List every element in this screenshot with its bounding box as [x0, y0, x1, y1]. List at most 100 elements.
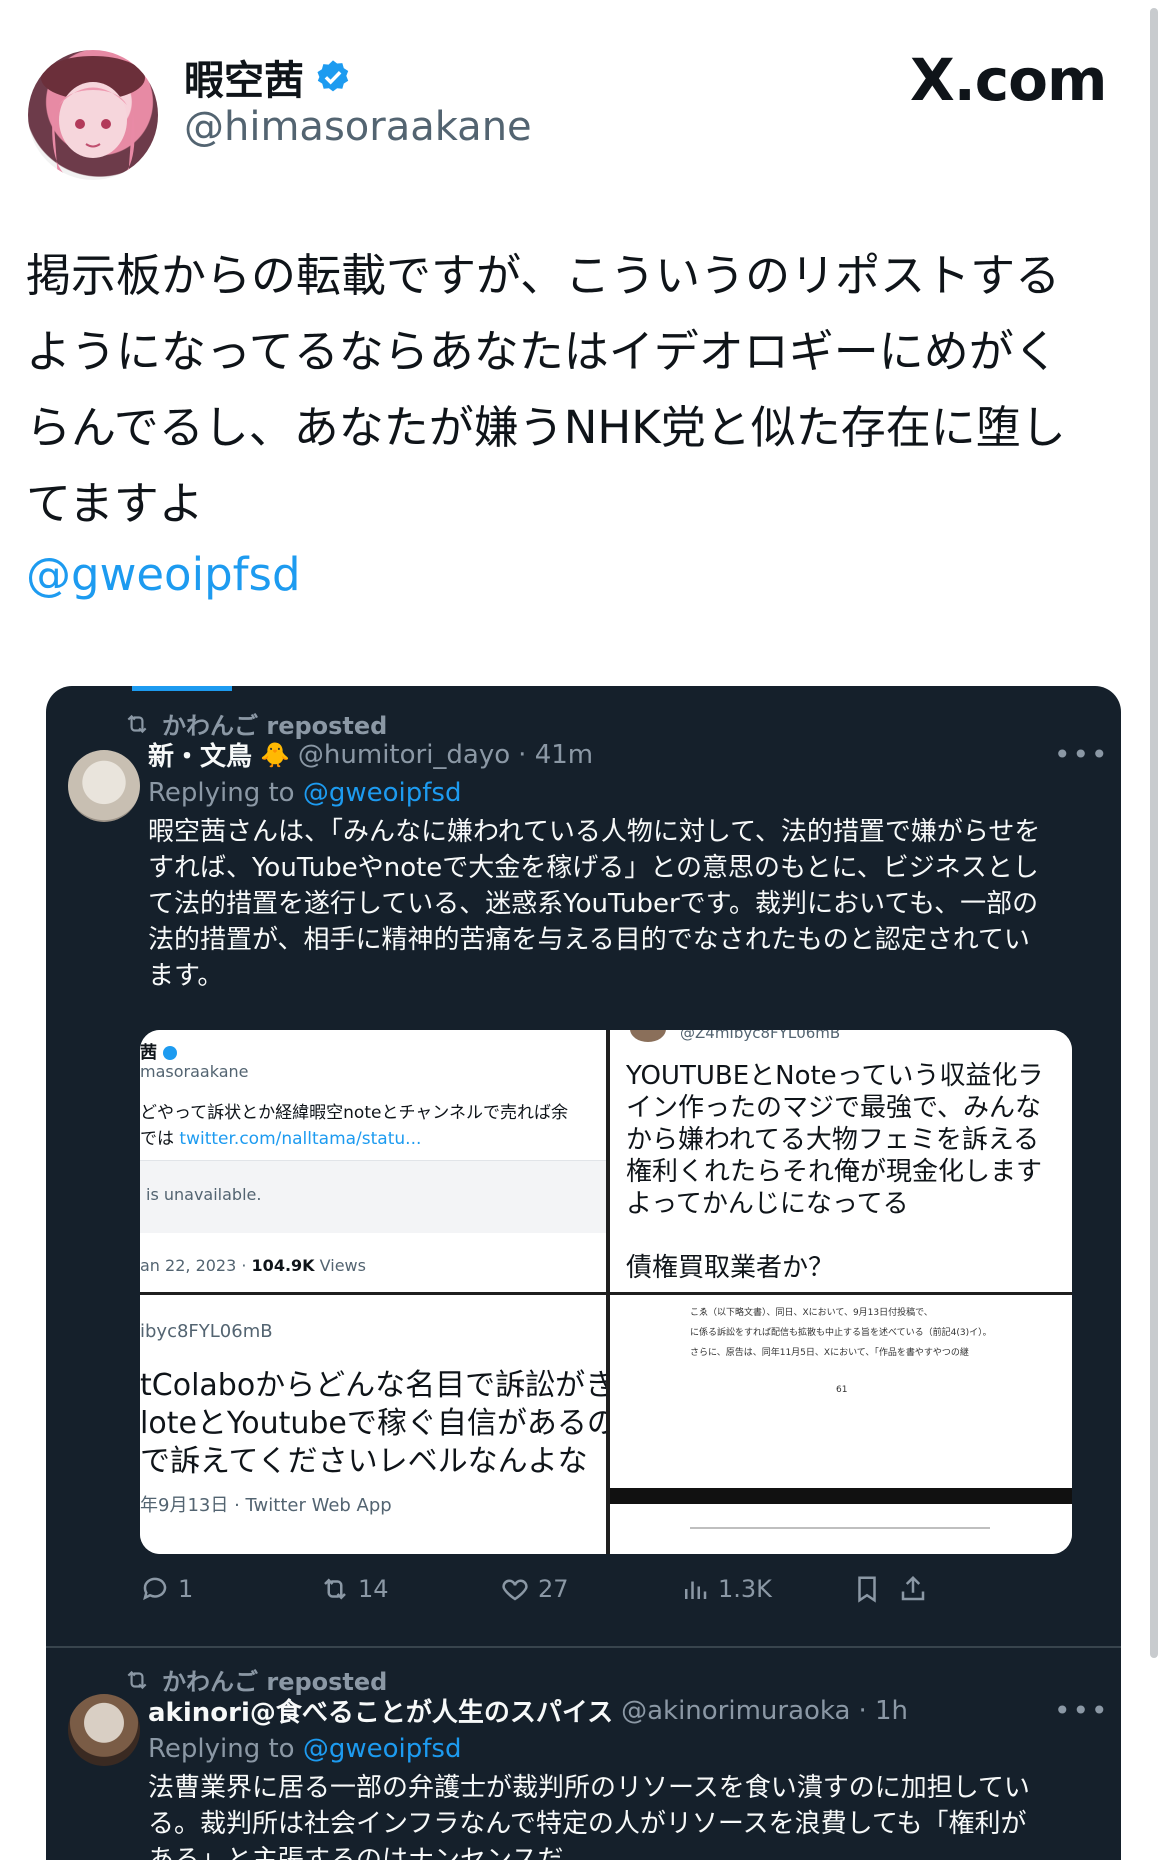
- tweet-separator: [46, 1646, 1121, 1648]
- p1-line1: どやって訴状とか経緯暇空noteとチャンネルで売れば余: [140, 1103, 568, 1123]
- p4-black-bar: [610, 1488, 1072, 1504]
- like-button[interactable]: 27: [500, 1574, 569, 1604]
- p3-text-line: loteとYoutubeで稼ぐ自信があるの: [140, 1406, 606, 1441]
- p4-line: さらに、原告は、同年11月5日、Xにおいて、「作品を書やすやつの継: [690, 1348, 969, 1358]
- p1-views-label: Views: [314, 1256, 366, 1275]
- post-mention-link[interactable]: @gweoipfsd: [26, 548, 301, 601]
- tweet-text-line: すれば、YouTubeやnoteで大金を稼げる」との意思のもとに、ビジネスとし: [148, 853, 1039, 883]
- post-text: 掲示板からの転載ですが、こういうのリポストする ようになってるならあなたはイデオ…: [26, 238, 1136, 542]
- tweet-avatar[interactable]: [68, 750, 140, 822]
- more-options-icon[interactable]: •••: [1054, 738, 1110, 771]
- views-count: 1.3K: [718, 1575, 772, 1603]
- tab-indicator: [132, 686, 232, 691]
- p1-link[interactable]: twitter.com/nalltama/statu...: [179, 1129, 421, 1149]
- tweet-time[interactable]: · 1h: [858, 1696, 908, 1726]
- p2-text: YOUTUBEとNoteっていう収益化ラ イン作ったのマジで最強で、みんな から…: [626, 1060, 1066, 1220]
- author-handle[interactable]: @himasoraakane: [184, 104, 532, 150]
- p2-text-last: 債権買取業者か？: [626, 1253, 835, 1283]
- tweet-text-line: ます。: [148, 961, 224, 991]
- chick-emoji-icon: 🐥: [260, 740, 290, 769]
- p3-text-line: で訴えてくださいレベルなんよな: [140, 1444, 588, 1479]
- author-display-name[interactable]: 暇空茜: [184, 48, 304, 106]
- tweet-text: 暇空茜さんは、「みんなに嫌われている人物に対して、法的措置で嫌がらせを すれば、…: [148, 814, 1068, 994]
- p1-unavailable: is unavailable.: [146, 1185, 262, 1204]
- media-image-1[interactable]: 茜 masoraakane どやって訴状とか経緯暇空noteとチャンネルで売れば…: [140, 1030, 606, 1292]
- embedded-screenshot: かわんご reposted 新・文鳥 🐥 @humitori_dayo · 41…: [46, 686, 1121, 1860]
- page-scrollbar[interactable]: [1150, 8, 1158, 1658]
- reply-button[interactable]: 1: [140, 1574, 193, 1604]
- tweet-display-name[interactable]: 新・文鳥: [148, 736, 252, 773]
- p2-avatar: [630, 1030, 666, 1042]
- media-image-2[interactable]: @Z4mIbyc8FYL06mB YOUTUBEとNoteっていう収益化ラ イン…: [610, 1030, 1072, 1292]
- reply-icon: [143, 1577, 167, 1601]
- repost-count: 14: [358, 1575, 389, 1603]
- p1-date-views: an 22, 2023 · 104.9K Views: [140, 1256, 366, 1275]
- tweet-actions-bar: 1 14 27 1.3K: [140, 1574, 1080, 1614]
- post-text-line: ようになってるならあなたはイデオロギーにめがく: [26, 325, 1059, 378]
- repost-icon: [324, 1578, 346, 1600]
- tweet-text-line: る。裁判所は社会インフラなんで特定の人がリソースを浪費しても「権利が: [148, 1809, 1027, 1839]
- author-name-row: 暇空茜: [184, 48, 352, 106]
- post-text-line: てますよ: [26, 477, 204, 530]
- tweet-time[interactable]: · 41m: [518, 740, 593, 770]
- p1-verified-icon: [162, 1046, 177, 1060]
- p1-date: an 22, 2023 ·: [140, 1256, 252, 1275]
- tweet-text-line: 法的措置が、相手に精神的苦痛を与える目的でなされたものと認定されてい: [148, 925, 1030, 955]
- more-options-icon[interactable]: •••: [1054, 1694, 1110, 1727]
- p4-line: に係る訴訟をすれば配信も拡散も中止する旨を述べている（前記4(3)イ）。: [690, 1328, 992, 1338]
- verified-badge-icon: [317, 60, 349, 92]
- post-text-line: 掲示板からの転載ですが、こういうのリポストする: [26, 249, 1061, 302]
- tweet-header: akinori@食べることが人生のスパイス @akinorimuraoka · …: [148, 1692, 908, 1729]
- share-icon: [901, 1575, 925, 1601]
- media-image-4[interactable]: こゑ（以下略文書）、同日、Xにおいて、9月13日付投稿で、 に係る訴訟をすれば配…: [610, 1295, 1072, 1554]
- p2-text-line: から嫌われてる大物フェミを訴える: [626, 1125, 1040, 1155]
- p1-handle: masoraakane: [140, 1062, 249, 1081]
- p4-page-number: 61: [836, 1385, 848, 1395]
- p3-text-line: tColaboからどんな名目で訴訟がき: [140, 1368, 606, 1403]
- share-button[interactable]: [898, 1574, 928, 1604]
- tweet-handle[interactable]: @akinorimuraoka: [621, 1696, 850, 1726]
- p3-footer: 年9月13日 · Twitter Web App: [140, 1495, 392, 1516]
- p3-handle: ibyc8FYL06mB: [140, 1321, 273, 1342]
- replying-to-mention[interactable]: @gweoipfsd: [303, 1734, 462, 1764]
- tweet-handle[interactable]: @humitori_dayo: [298, 740, 510, 770]
- repost-icon: [127, 1670, 147, 1689]
- reply-count: 1: [178, 1575, 194, 1603]
- p3-text: tColaboからどんな名目で訴訟がき loteとYoutubeで稼ぐ自信がある…: [140, 1367, 606, 1481]
- tweet-display-name[interactable]: akinori@食べることが人生のスパイス: [148, 1692, 613, 1729]
- replying-to: Replying to @gweoipfsd: [148, 1734, 461, 1764]
- p1-name-text: 茜: [140, 1043, 157, 1063]
- repost-button[interactable]: 14: [320, 1574, 389, 1604]
- tweet-avatar[interactable]: [68, 1694, 140, 1766]
- tweet-text-line: て法的措置を遂行している、迷惑系YouTuberです。裁判においても、一部の: [148, 889, 1039, 919]
- replying-prefix: Replying to: [148, 1734, 303, 1764]
- p1-views-num: 104.9K: [251, 1256, 315, 1275]
- bookmark-icon: [858, 1576, 876, 1603]
- p2-handle: @Z4mIbyc8FYL06mB: [680, 1030, 841, 1042]
- like-count: 27: [538, 1575, 569, 1603]
- tweet-header: 新・文鳥 🐥 @humitori_dayo · 41m: [148, 736, 593, 773]
- media-divider-horizontal: [610, 1292, 1072, 1295]
- heart-icon: [502, 1579, 528, 1601]
- p1-unavailable-box: is unavailable.: [140, 1160, 606, 1233]
- author-avatar[interactable]: [28, 50, 158, 180]
- bookmark-button[interactable]: [852, 1574, 882, 1604]
- x-com-logo: X.com: [910, 46, 1107, 114]
- p4-text-fragment: [690, 1527, 990, 1529]
- p2-text-line: イン作ったのマジで最強で、みんな: [626, 1093, 1041, 1123]
- views-button[interactable]: 1.3K: [680, 1574, 772, 1604]
- post-text-line: らんでるし、あなたが嫌うNHK党と似た存在に堕し: [26, 401, 1066, 454]
- media-image-3[interactable]: ibyc8FYL06mB tColaboからどんな名目で訴訟がき loteとYo…: [140, 1295, 606, 1554]
- p1-line2-prefix: では: [140, 1129, 180, 1149]
- tweet-text-line: ある」と主張するのはナンセンスだ: [148, 1845, 564, 1860]
- p1-line2: では twitter.com/nalltama/statu...: [140, 1124, 421, 1149]
- media-divider-horizontal: [140, 1292, 606, 1295]
- p1-name: 茜: [140, 1038, 177, 1063]
- replying-to: Replying to @gweoipfsd: [148, 778, 461, 808]
- tweet-media-grid[interactable]: 茜 masoraakane どやって訴状とか経緯暇空noteとチャンネルで売れば…: [140, 1030, 1072, 1554]
- p4-line: こゑ（以下略文書）、同日、Xにおいて、9月13日付投稿で、: [690, 1308, 933, 1318]
- analytics-icon: [685, 1581, 707, 1599]
- tweet-text-line: 暇空茜さんは、「みんなに嫌われている人物に対して、法的措置で嫌がらせを: [148, 817, 1041, 847]
- tweet-text-line: 法曹業界に居る一部の弁護士が裁判所のリソースを食い潰すのに加担してい: [148, 1773, 1030, 1803]
- replying-to-mention[interactable]: @gweoipfsd: [303, 778, 462, 808]
